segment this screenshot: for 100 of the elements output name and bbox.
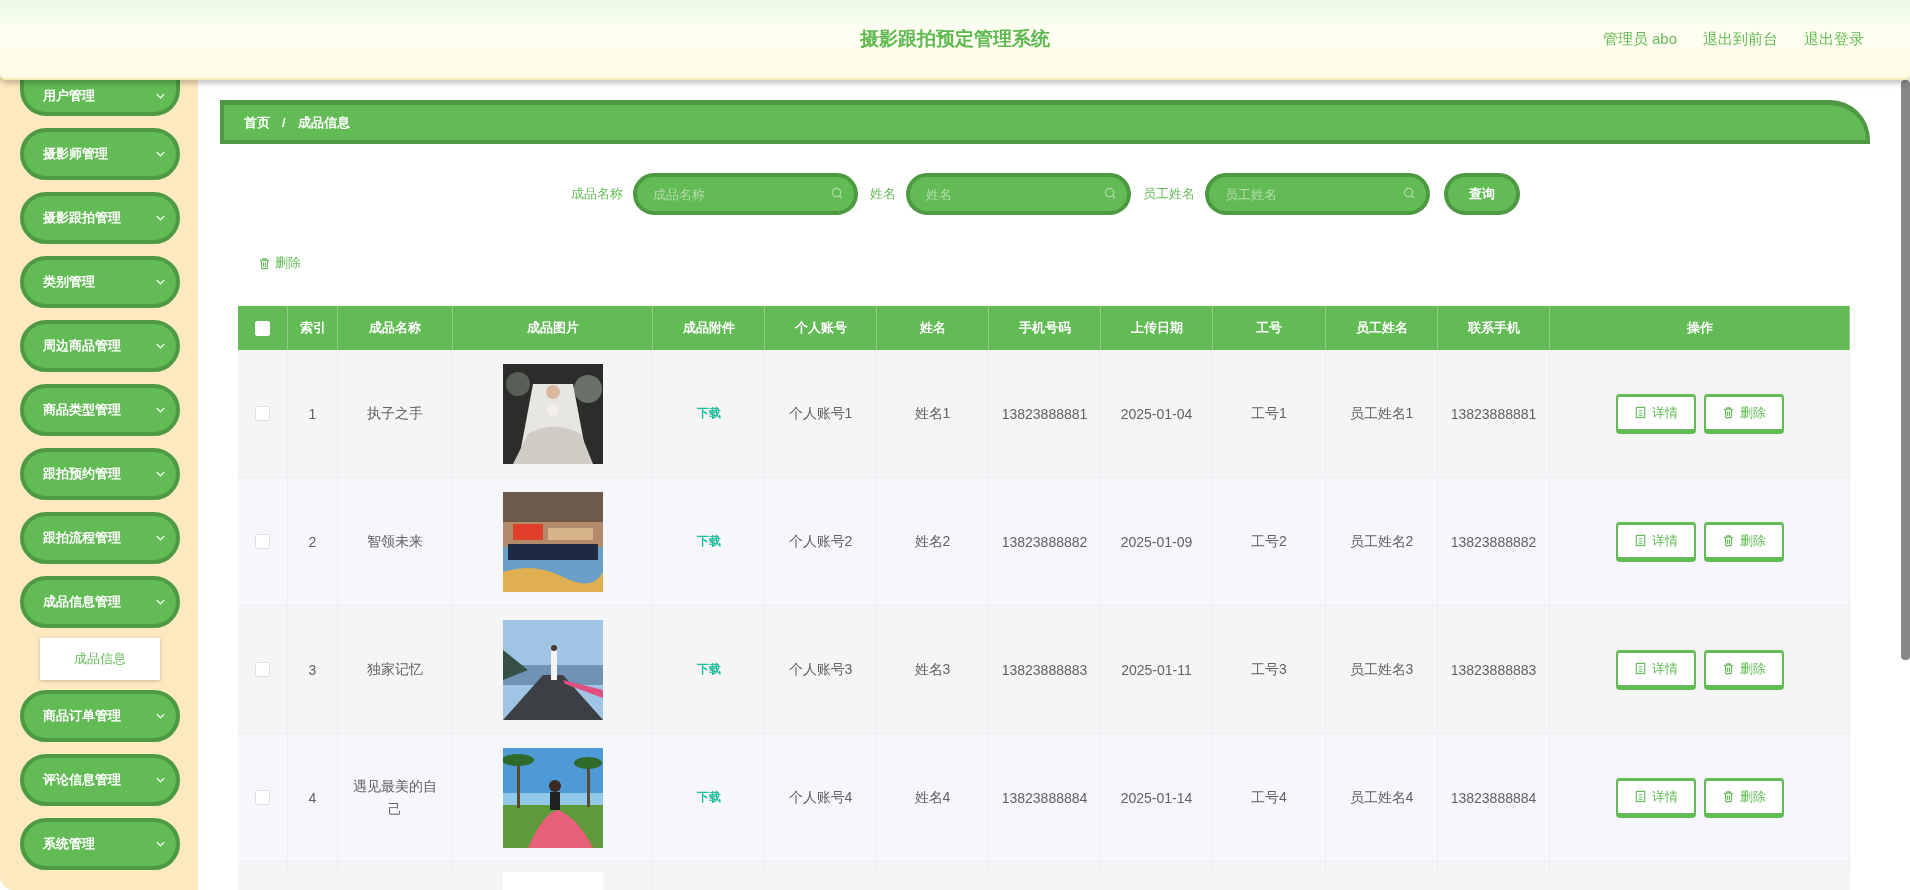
table-cell: 工号4 (1251, 788, 1287, 807)
table-cell: 13823888882 (1450, 533, 1537, 550)
download-link[interactable]: 下载 (696, 661, 721, 678)
menu-item[interactable]: 商品订单管理 (20, 690, 180, 742)
delete-button[interactable]: 删除 (1703, 521, 1784, 562)
details-button[interactable]: 详情 (1615, 393, 1696, 434)
table-cell: 工号3 (1251, 660, 1287, 679)
search-field[interactable]: 成品名称 (632, 173, 858, 215)
table-cell: 2 (308, 533, 317, 550)
menu-item[interactable]: 类别管理 (20, 256, 180, 308)
breadcrumb-item[interactable]: 首页 (244, 113, 270, 132)
download-link[interactable]: 下载 (696, 533, 721, 550)
table-cell-text: 独家记忆 (367, 660, 423, 680)
document-icon (1633, 406, 1647, 419)
menu-item[interactable]: 周边商品管理 (20, 320, 180, 372)
header-link[interactable]: 管理员 abo (1602, 30, 1677, 49)
download-link[interactable]: 下载 (696, 789, 721, 806)
table-cell: 工号2 (1251, 532, 1287, 551)
table-cell: 个人账号1 (788, 404, 853, 423)
field-label: 员工姓名 (1142, 185, 1195, 203)
table-cell: 员工姓名2 (1349, 532, 1414, 551)
menu-item[interactable]: 评论信息管理 (20, 754, 180, 806)
menu-item[interactable]: 跟拍预约管理 (20, 448, 180, 500)
scrollbar[interactable] (1901, 80, 1910, 660)
table-cell: 个人账号2 (788, 532, 853, 551)
table-cell: 13823888883 (1001, 661, 1088, 678)
table-cell: 13823888884 (1450, 789, 1537, 806)
download-link[interactable]: 下载 (696, 405, 721, 422)
chevron-icon (155, 406, 166, 414)
search-field[interactable]: 员工姓名 (1204, 173, 1430, 215)
table-cell: 13823888881 (1001, 405, 1088, 422)
trash-icon (1721, 662, 1735, 675)
menu-item[interactable]: 用户管理 (20, 80, 180, 116)
details-button[interactable]: 详情 (1615, 521, 1696, 562)
chevron-icon (155, 342, 166, 350)
delete-button[interactable]: 删除 (1703, 393, 1784, 434)
table-cell: 1 (308, 405, 317, 422)
table-cell-text: 智领未来 (367, 532, 423, 552)
table-cell: 个人账号3 (788, 660, 853, 679)
header-link[interactable]: 退出到前台 (1703, 30, 1778, 49)
table-cell: 13823888881 (1450, 405, 1537, 422)
checkbox[interactable] (255, 790, 270, 805)
field-label: 成品名称 (570, 185, 623, 203)
breadcrumb-separator: / (282, 115, 286, 130)
document-icon (1633, 534, 1647, 547)
table-cell: 13823888882 (1001, 533, 1088, 550)
menu-item[interactable]: 摄影师管理 (20, 128, 180, 180)
table-cell: 2025-01-09 (1120, 533, 1193, 550)
chevron-icon (155, 712, 166, 720)
table-cell: 4 (308, 789, 317, 806)
menu-item[interactable]: 跟拍流程管理 (20, 512, 180, 564)
details-button[interactable]: 详情 (1615, 649, 1696, 690)
trash-icon (1721, 534, 1735, 547)
document-icon (1633, 662, 1647, 675)
checkbox[interactable] (255, 662, 270, 677)
chevron-icon (155, 92, 166, 100)
details-button[interactable]: 详情 (1615, 777, 1696, 818)
document-icon (1633, 790, 1647, 803)
table-cell-text: 执子之手 (367, 404, 423, 424)
menu-item[interactable]: 成品信息管理 (20, 576, 180, 628)
table-cell: 姓名4 (914, 788, 951, 807)
menu-item[interactable]: 商品类型管理 (20, 384, 180, 436)
chevron-icon (155, 150, 166, 158)
table-cell: 员工姓名1 (1349, 404, 1414, 423)
checkbox[interactable] (255, 406, 270, 421)
table-cell: 2025-01-04 (1120, 405, 1193, 422)
table-cell: 工号1 (1251, 404, 1287, 423)
chevron-icon (155, 840, 166, 848)
field-label: 姓名 (869, 185, 896, 203)
menu-item[interactable]: 摄影跟拍管理 (20, 192, 180, 244)
table-cell: 13823888883 (1450, 661, 1537, 678)
delete-button[interactable]: 删除 (1703, 777, 1784, 818)
chevron-icon (155, 470, 166, 478)
checkbox[interactable] (255, 534, 270, 549)
search-field[interactable]: 姓名 (905, 173, 1131, 215)
table-cell: 姓名1 (914, 404, 951, 423)
table-cell: 员工姓名3 (1349, 660, 1414, 679)
app-title: 摄影跟拍预定管理系统 (860, 27, 1050, 51)
chevron-icon (155, 534, 166, 542)
delete-button[interactable]: 删除 (1703, 649, 1784, 690)
table-cell: 13823888884 (1001, 789, 1088, 806)
table-cell: 3 (308, 661, 317, 678)
table-cell: 姓名3 (914, 660, 951, 679)
header-link[interactable]: 退出登录 (1804, 30, 1864, 49)
search-icon (1402, 187, 1416, 200)
trash-icon (1721, 790, 1735, 803)
menu-item[interactable]: 系统管理 (20, 818, 180, 870)
table-cell: 员工姓名4 (1349, 788, 1414, 807)
table-cell: 姓名2 (914, 532, 951, 551)
table-cell: 2025-01-14 (1120, 789, 1193, 806)
breadcrumb-item[interactable]: 成品信息 (297, 113, 350, 132)
chevron-icon (155, 598, 166, 606)
search-icon (1103, 187, 1117, 200)
trash-icon (1721, 406, 1735, 419)
delete-button[interactable]: 删除 (258, 254, 301, 272)
chevron-icon (155, 776, 166, 784)
search-button[interactable]: 查询 (1443, 173, 1520, 215)
chevron-icon (155, 214, 166, 222)
table-cell: 个人账号4 (788, 788, 853, 807)
submenu-item[interactable]: 成品信息 (40, 638, 160, 680)
